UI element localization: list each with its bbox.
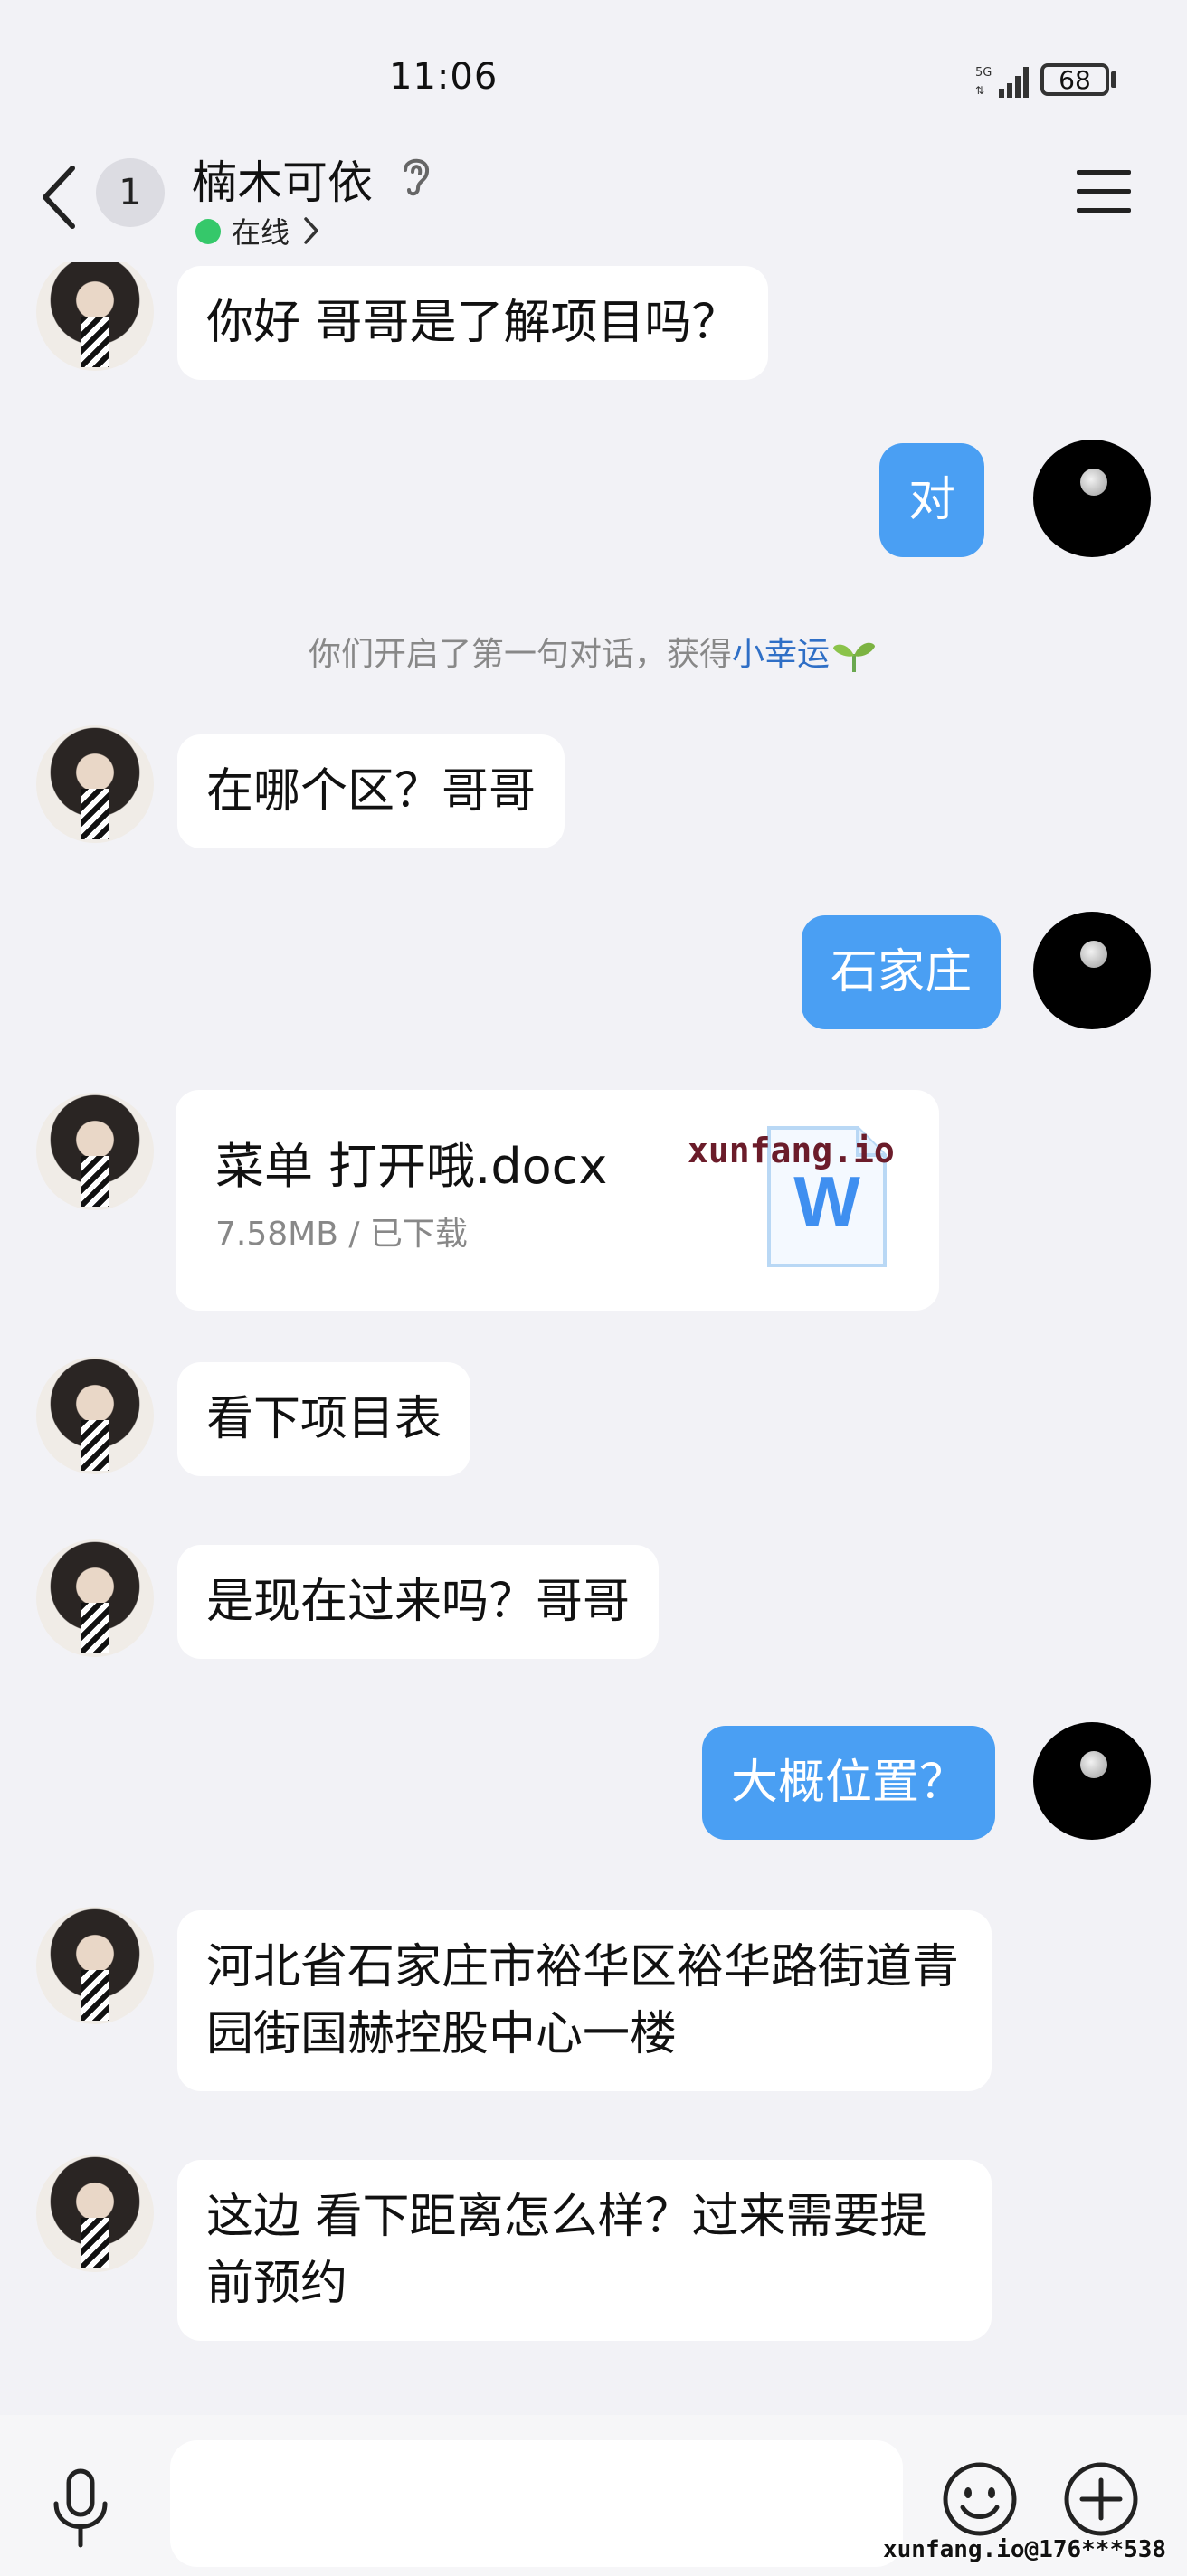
outgoing-message[interactable]: 对 xyxy=(879,443,985,557)
my-avatar[interactable] xyxy=(1033,440,1151,557)
plus-icon[interactable] xyxy=(1062,2460,1140,2538)
status-bar: 11:06 5G ⇅ 68 xyxy=(0,0,1187,145)
incoming-message[interactable]: 河北省石家庄市裕华区裕华路街道青园街国赫控股中心一楼 xyxy=(177,1910,992,2091)
my-avatar[interactable] xyxy=(1033,1722,1151,1840)
contact-name[interactable]: 楠木可依 xyxy=(192,147,373,212)
message-input[interactable] xyxy=(170,2440,903,2567)
file-meta: 7.58MB / 已下载 xyxy=(215,1216,468,1253)
watermark-bottom: xunfang.io@176***538 xyxy=(883,2536,1167,2563)
back-arrow-icon[interactable] xyxy=(38,161,83,233)
presence-status[interactable]: 在线 xyxy=(232,210,290,251)
incoming-message[interactable]: 在哪个区？哥哥 xyxy=(177,734,565,848)
my-avatar[interactable] xyxy=(1033,912,1151,1029)
incoming-message[interactable]: 你好 哥哥是了解项目吗？ xyxy=(177,266,768,380)
contact-avatar[interactable] xyxy=(36,1357,154,1474)
message-list[interactable]: 你好 哥哥是了解项目吗？ 对 你们开启了第一句对话，获得小幸运 在哪个区？哥哥 … xyxy=(0,262,1187,2415)
chevron-right-icon[interactable] xyxy=(302,215,320,246)
incoming-message[interactable]: 这边 看下距离怎么样？过来需要提前预约 xyxy=(177,2160,992,2341)
unread-count-badge[interactable]: 1 xyxy=(96,158,165,227)
contact-avatar[interactable] xyxy=(36,725,154,843)
battery-tip xyxy=(1111,71,1116,88)
menu-icon[interactable] xyxy=(1075,165,1133,219)
status-time: 11:06 xyxy=(389,56,499,98)
ear-icon[interactable] xyxy=(398,154,434,199)
emoji-icon[interactable] xyxy=(941,2460,1019,2538)
signal-icon: 5G ⇅ xyxy=(975,66,1029,98)
contact-avatar[interactable] xyxy=(36,1539,154,1657)
incoming-message[interactable]: 是现在过来吗？哥哥 xyxy=(177,1545,660,1659)
incoming-message[interactable]: 看下项目表 xyxy=(177,1362,471,1476)
microphone-icon[interactable] xyxy=(49,2467,112,2549)
contact-avatar[interactable] xyxy=(36,2155,154,2272)
contact-avatar[interactable] xyxy=(36,1093,154,1210)
contact-avatar[interactable] xyxy=(36,1907,154,2024)
battery-icon: 68 xyxy=(1040,63,1109,96)
system-notice: 你们开启了第一句对话，获得小幸运 xyxy=(0,628,1187,675)
file-attachment-card[interactable]: 菜单 打开哦.docx 7.58MB / 已下载 W xyxy=(176,1090,939,1311)
date-divider: 星期五 10:21 xyxy=(0,2406,1187,2415)
svg-text:5G: 5G xyxy=(975,66,992,80)
word-icon-letter: W xyxy=(793,1161,860,1241)
file-name: 菜单 打开哦.docx xyxy=(215,1138,608,1195)
lucky-link[interactable]: 小幸运 xyxy=(732,636,830,673)
online-status-dot xyxy=(195,219,221,244)
watermark: xunfang.io xyxy=(688,1131,895,1170)
contact-avatar[interactable] xyxy=(36,262,154,371)
system-notice-text: 你们开启了第一句对话，获得 xyxy=(308,636,732,673)
outgoing-message[interactable]: 大概位置？ xyxy=(702,1726,996,1840)
sprout-icon xyxy=(833,642,876,672)
chat-header: 1 楠木可依 在线 xyxy=(0,136,1187,262)
outgoing-message[interactable]: 石家庄 xyxy=(802,915,1002,1029)
svg-text:⇅: ⇅ xyxy=(975,84,984,97)
battery-level: 68 xyxy=(1059,65,1091,95)
